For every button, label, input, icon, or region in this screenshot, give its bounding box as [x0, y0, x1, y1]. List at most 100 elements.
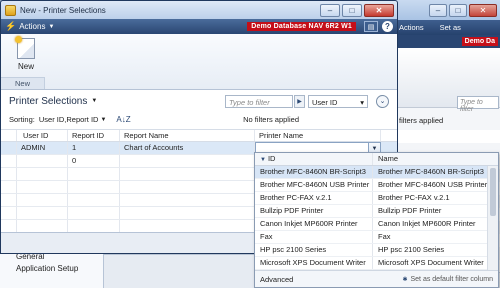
expand-filter-pane-icon[interactable]: ⌄: [376, 94, 389, 108]
background-database-badge: Demo Da: [461, 37, 498, 46]
filter-field-value: User ID: [312, 97, 338, 107]
lookup-row[interactable]: Canon Inkjet MP600R Printer Canon Inkjet…: [255, 218, 498, 231]
lookup-cell-name[interactable]: HP psc 2100 Series: [373, 244, 498, 256]
lookup-cell-id[interactable]: HP psc 2100 Series: [255, 244, 373, 256]
maximize-button[interactable]: □: [342, 3, 362, 17]
lookup-column-header-id[interactable]: ▼ ID: [255, 153, 373, 165]
new-button-label: New: [17, 62, 34, 71]
lookup-row[interactable]: Brother MFC-8460N BR-Script3 Brother MFC…: [255, 166, 498, 179]
chevron-down-icon[interactable]: ▼: [91, 98, 97, 104]
lookup-scrollbar[interactable]: [487, 166, 498, 271]
cell-report-name[interactable]: [120, 155, 255, 167]
layout-icon[interactable]: ▤: [364, 21, 378, 32]
chevron-down-icon[interactable]: ▼: [100, 117, 106, 123]
lookup-row[interactable]: Brother MFC-8460N USB Printer Brother MF…: [255, 179, 498, 192]
lookup-cell-id[interactable]: Brother MFC-8460N USB Printer: [255, 179, 373, 191]
lightning-icon: ⚡: [5, 21, 17, 31]
row-indicator[interactable]: [1, 155, 17, 167]
advanced-link[interactable]: Advanced: [260, 275, 293, 284]
set-default-filter-column-link[interactable]: ✱ Set as default filter column: [402, 276, 493, 283]
ribbon: New New: [1, 34, 397, 90]
lookup-column-header-name[interactable]: Name: [373, 153, 498, 165]
column-header-printer-name[interactable]: Printer Name: [255, 130, 381, 141]
filter-input[interactable]: Type to filter: [225, 94, 293, 108]
navigation-pane: General Application Setup: [0, 252, 104, 288]
lookup-cell-id[interactable]: Microsoft XPS Document Writer: [255, 257, 373, 269]
column-header-report-id[interactable]: Report ID: [68, 130, 120, 141]
sort-ascending-icon: ▼: [260, 157, 266, 163]
lookup-cell-name[interactable]: Brother MFC-8460N BR-Script3: [373, 166, 498, 178]
close-button[interactable]: ✕: [364, 3, 394, 17]
lookup-scrollbar-thumb[interactable]: [490, 168, 496, 216]
lookup-cell-id[interactable]: Bullzip PDF Printer: [255, 205, 373, 217]
cell-user-id[interactable]: ADMIN: [17, 142, 68, 154]
filter-column-icon: ✱: [402, 276, 408, 283]
lookup-row[interactable]: Fax Fax: [255, 231, 498, 244]
lookup-cell-name[interactable]: Bullzip PDF Printer: [373, 205, 498, 217]
lookup-cell-id[interactable]: Brother MFC-8460N BR-Script3: [255, 166, 373, 178]
background-action-bar: Actions Set as: [391, 20, 500, 35]
sorting-select[interactable]: User ID,Report ID: [39, 115, 99, 124]
database-badge: Demo Database NAV 6R2 W1: [247, 22, 356, 31]
lookup-cell-name[interactable]: Brother MFC-8460N USB Printer: [373, 179, 498, 191]
grid-header-filler: [381, 130, 397, 141]
lookup-cell-id[interactable]: Fax: [255, 231, 373, 243]
ribbon-group-label: New: [1, 77, 45, 89]
column-header-report-name[interactable]: Report Name: [120, 130, 255, 141]
set-default-filter-label: Set as default filter column: [410, 275, 494, 283]
lookup-cell-name[interactable]: Fax: [373, 231, 498, 243]
lookup-cell-name[interactable]: Canon Inkjet MP600R Printer: [373, 218, 498, 230]
sort-ascending-icon[interactable]: A↓Z: [116, 115, 130, 124]
chevron-down-icon: ▾: [360, 97, 364, 107]
grid-header: User ID Report ID Report Name Printer Na…: [1, 129, 397, 142]
lookup-footer: Advanced ✱ Set as default filter column: [255, 270, 498, 287]
window-controls: – □ ✕: [320, 3, 397, 17]
action-bar: ⚡ Actions ▼ Demo Database NAV 6R2 W1 ▤ ?: [1, 19, 397, 34]
cell-report-id[interactable]: 1: [68, 142, 120, 154]
row-indicator[interactable]: [1, 142, 17, 154]
page-header: Printer Selections ▼ Type to filter ▶ Us…: [1, 90, 397, 112]
sorting-label: Sorting:: [9, 115, 35, 124]
lookup-cell-name[interactable]: Brother PC-FAX v.2.1: [373, 192, 498, 204]
minimize-button[interactable]: –: [320, 3, 340, 17]
lookup-cell-id[interactable]: Brother PC-FAX v.2.1: [255, 192, 373, 204]
window-title: New - Printer Selections: [20, 5, 106, 15]
background-actions-menu[interactable]: Actions: [399, 23, 424, 32]
lookup-header: ▼ ID Name: [255, 153, 498, 166]
lookup-row[interactable]: Brother PC-FAX v.2.1 Brother PC-FAX v.2.…: [255, 192, 498, 205]
background-badge-row: Demo Da: [391, 35, 500, 48]
window-titlebar: New - Printer Selections – □ ✕: [1, 1, 397, 19]
cell-user-id[interactable]: [17, 155, 68, 167]
background-filter-input[interactable]: Type to filter: [457, 96, 499, 113]
new-button[interactable]: New: [9, 36, 43, 71]
lookup-cell-name[interactable]: Microsoft XPS Document Writer: [373, 257, 498, 269]
background-minimize-button[interactable]: –: [429, 3, 447, 17]
sorting-bar: Sorting: User ID,Report ID ▼ A↓Z No filt…: [1, 112, 397, 127]
lookup-column-id-label: ID: [267, 154, 276, 163]
page-title[interactable]: Printer Selections: [9, 96, 87, 107]
new-document-icon: [15, 36, 35, 59]
actions-label: Actions: [19, 22, 46, 31]
app-icon: [5, 4, 16, 16]
filter-status: No filters applied: [243, 115, 299, 124]
filter-field-select[interactable]: User ID ▾: [308, 94, 368, 108]
background-titlebar: – □ ✕: [391, 0, 500, 20]
background-set-as-menu[interactable]: Set as: [440, 23, 461, 32]
printer-lookup-dropdown: ▼ ID Name Brother MFC-8460N BR-Script3 Br…: [254, 152, 499, 288]
cell-report-id[interactable]: 0: [68, 155, 120, 167]
lookup-row[interactable]: Bullzip PDF Printer Bullzip PDF Printer: [255, 205, 498, 218]
row-indicator-header: [1, 130, 17, 141]
cell-report-name[interactable]: Chart of Accounts: [120, 142, 255, 154]
help-icon[interactable]: ?: [382, 21, 393, 32]
nav-item-application-setup[interactable]: Application Setup: [16, 264, 78, 273]
background-close-button[interactable]: ✕: [469, 3, 497, 17]
background-maximize-button[interactable]: □: [449, 3, 467, 17]
lookup-row[interactable]: Microsoft XPS Document Writer Microsoft …: [255, 257, 498, 270]
background-filters-status: filters applied: [399, 116, 444, 125]
lookup-cell-id[interactable]: Canon Inkjet MP600R Printer: [255, 218, 373, 230]
chevron-down-icon: ▼: [48, 23, 55, 30]
lookup-row[interactable]: HP psc 2100 Series HP psc 2100 Series: [255, 244, 498, 257]
filter-apply-arrow-icon[interactable]: ▶: [294, 94, 305, 108]
actions-menu[interactable]: ⚡ Actions ▼: [5, 21, 54, 32]
column-header-user-id[interactable]: User ID: [17, 130, 68, 141]
